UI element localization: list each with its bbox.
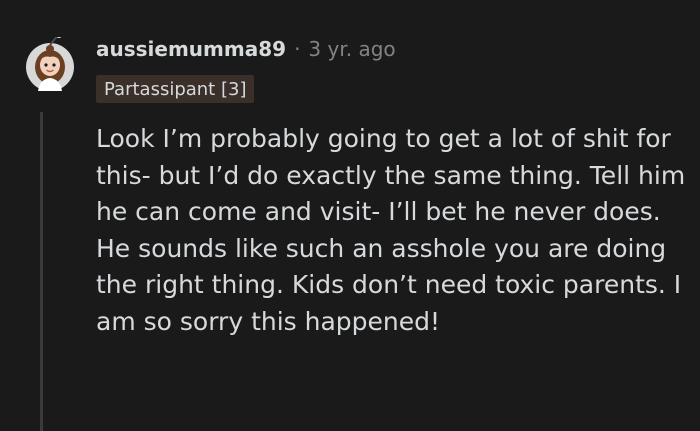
user-avatar-icon [26,32,74,91]
comment-body: Look I’m probably going to get a lot of … [96,124,686,336]
user-flair: Partassipant [3] [96,75,255,103]
timestamp[interactable]: 3 yr. ago [308,37,395,61]
comment-header: aussiemumma89 · 3 yr. ago [96,34,396,64]
thread-line[interactable] [40,112,43,431]
avatar[interactable] [22,32,78,93]
meta-separator: · [294,37,301,61]
username-link[interactable]: aussiemumma89 [96,37,286,61]
